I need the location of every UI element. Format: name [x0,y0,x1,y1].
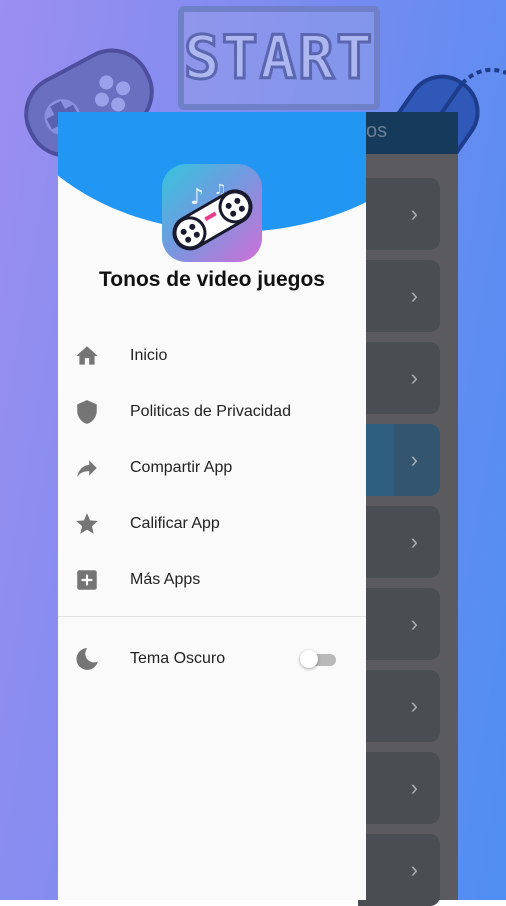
menu-item-label: Tema Oscuro [130,650,226,667]
list-item[interactable]: › [358,178,440,250]
share-icon [74,455,100,481]
list-item[interactable]: › [358,424,440,496]
chevron-right-icon: › [410,857,418,882]
add-box-icon [74,567,100,593]
gamepad-music-icon: ♪ ♫ [172,182,253,251]
chevron-right-icon: › [410,693,418,718]
shield-icon [74,399,100,425]
app-title: Tonos de video juegos [99,268,325,291]
menu-item-mas-apps[interactable]: Más Apps [58,552,366,608]
chevron-right-icon: › [410,611,418,636]
menu-item-label: Politicas de Privacidad [130,403,291,420]
menu-item-tema-oscuro[interactable]: Tema Oscuro [58,631,366,687]
menu-item-label: Inicio [130,347,168,364]
list-item[interactable]: › [358,506,440,578]
menu-item-compartir[interactable]: Compartir App [58,440,366,496]
dark-theme-toggle[interactable] [300,650,336,668]
chevron-right-icon: › [410,775,418,800]
menu-item-inicio[interactable]: Inicio [58,328,366,384]
chevron-right-icon: › [410,529,418,554]
menu-item-label: Más Apps [130,571,201,588]
star-icon [74,511,100,537]
list-item[interactable]: › [358,670,440,742]
menu-item-calificar[interactable]: Calificar App [58,496,366,552]
list-item[interactable]: › [358,834,440,906]
list-item[interactable]: › [358,752,440,824]
list-item[interactable]: › [358,342,440,414]
chevron-right-icon: › [410,201,418,226]
chevron-right-icon: › [410,283,418,308]
menu-item-label: Compartir App [130,459,233,476]
app-icon: ♪ ♫ [162,164,262,262]
start-text: START [182,22,375,95]
chevron-right-icon: › [410,447,418,472]
list-item[interactable]: › [358,588,440,660]
drawer-menu: Inicio Politicas de Privacidad Compartir… [58,328,366,687]
start-decoration: START [178,6,380,110]
navigation-drawer: ♪ ♫ Tonos de video juegos Inicio Politic… [58,112,366,900]
app-header-title: os [366,120,388,142]
home-icon [74,343,100,369]
list-item[interactable]: › [358,260,440,332]
menu-divider [58,616,366,617]
menu-item-privacidad[interactable]: Politicas de Privacidad [58,384,366,440]
toggle-thumb [300,650,318,668]
moon-icon [74,646,100,672]
menu-item-label: Calificar App [130,515,220,532]
chevron-right-icon: › [410,365,418,390]
